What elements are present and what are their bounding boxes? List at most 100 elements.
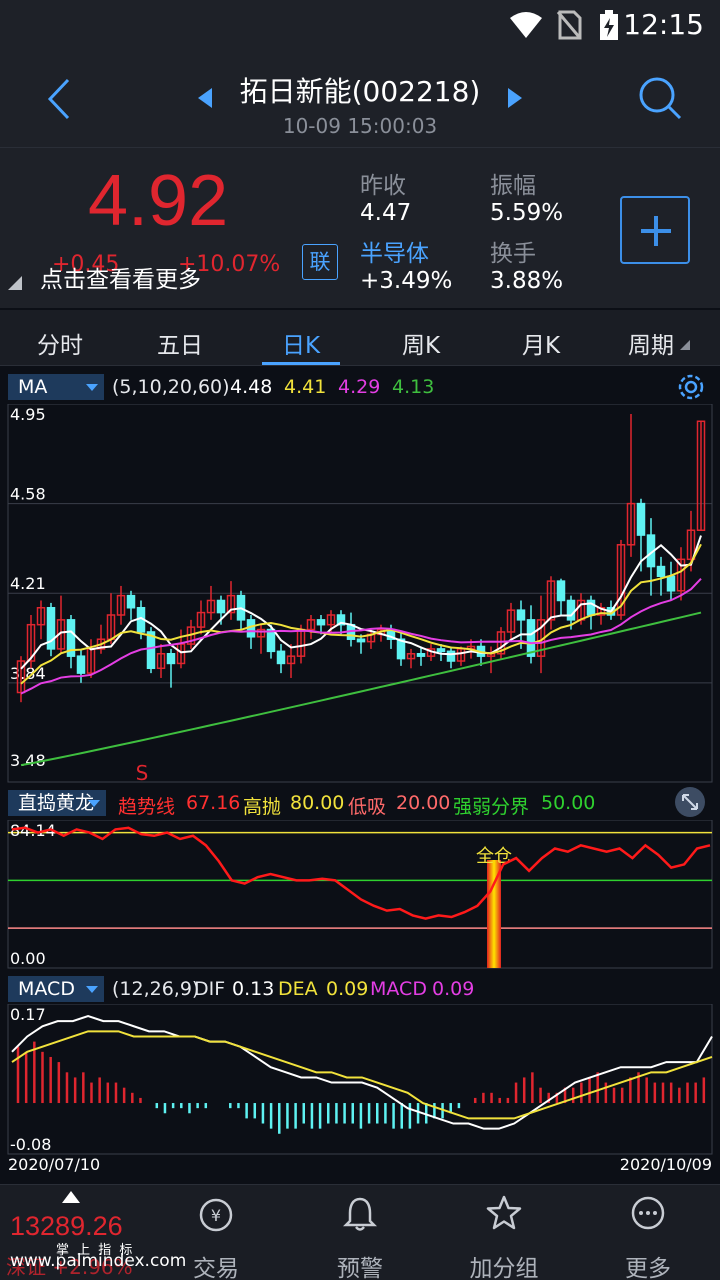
sell-signal-mark: S: [136, 761, 149, 784]
settings-gear-icon[interactable]: [676, 372, 706, 402]
battery-icon: [600, 10, 618, 40]
candle-body: [436, 648, 446, 653]
candle-body: [516, 609, 526, 621]
macd-value: 0.09: [432, 978, 475, 1000]
candle-body: [666, 575, 676, 592]
sector-link[interactable]: 半导体: [360, 234, 429, 268]
up-caret-icon[interactable]: [62, 1191, 80, 1203]
bell-icon[interactable]: [343, 1195, 377, 1233]
more-icon[interactable]: [630, 1195, 666, 1231]
nav-add-group[interactable]: 加分组: [454, 1249, 554, 1280]
trend-line: [11, 826, 711, 920]
macd-selector-label: MACD: [18, 978, 75, 1000]
amplitude-label: 振幅: [490, 173, 536, 199]
chevron-down-icon: [88, 800, 100, 807]
y-tick-label: 0.17: [10, 1005, 46, 1024]
dea-value: 0.09: [326, 978, 369, 1000]
no-sim-icon: [556, 10, 582, 40]
y-tick-label: 4.95: [10, 405, 46, 424]
candle-body: [526, 619, 536, 657]
linked-stock-button[interactable]: 联: [302, 244, 338, 280]
sector-change: +3.49%: [360, 268, 453, 294]
indicator-selector-label: 直捣黄龙: [18, 792, 95, 814]
stock-header: 拓日新能(002218) 10-09 15:00:03: [0, 52, 720, 148]
macd-selector[interactable]: MACD: [8, 976, 104, 1002]
expand-icon[interactable]: [674, 786, 706, 818]
y-tick-label: 4.21: [10, 574, 46, 593]
candle-body: [636, 502, 646, 536]
index-value[interactable]: 13289.26: [10, 1211, 123, 1242]
tab-intraday[interactable]: 分时: [10, 326, 110, 360]
indicator-selector[interactable]: 直捣黄龙: [8, 790, 106, 816]
nav-more[interactable]: 更多: [598, 1249, 698, 1280]
ma5-value: 4.48: [230, 376, 273, 398]
ma10-line: [20, 543, 702, 685]
candle-body: [316, 619, 326, 626]
turnover-value: 3.88%: [490, 268, 564, 294]
macd-params: (12,26,9): [112, 978, 200, 1000]
dif-value: 0.13: [232, 978, 275, 1000]
candle-body: [76, 655, 86, 674]
view-more-link[interactable]: 点击查看看更多: [40, 260, 201, 294]
candle-body: [356, 638, 366, 643]
y-tick-label: 0.00: [10, 949, 46, 968]
clock: 12:15: [623, 8, 704, 41]
ma60-value: 4.13: [392, 376, 435, 398]
chevron-down-icon: [86, 986, 98, 993]
candle-body: [216, 599, 226, 614]
candle-body: [656, 565, 666, 578]
prev-close-label: 昨收: [360, 173, 406, 199]
amplitude-value: 5.59%: [490, 200, 564, 226]
last-price: 4.92: [88, 161, 229, 241]
status-bar: 12:15: [0, 0, 720, 52]
date-start-label: 2020/07/10: [8, 1155, 100, 1174]
tab-monthly-k[interactable]: 月K: [491, 326, 591, 360]
low-value: 20.00: [396, 792, 451, 814]
wifi-icon: [510, 12, 542, 38]
macd-chart[interactable]: 0.17 -0.082020/07/10 2020/10/09: [0, 1004, 720, 1180]
nav-alert[interactable]: 预警: [310, 1249, 410, 1280]
tab-five-day[interactable]: 五日: [130, 326, 230, 360]
chart-frame: [7, 820, 713, 969]
indicator-chart[interactable]: 84.140.00全仓: [0, 820, 720, 970]
quote-timestamp: 10-09 15:00:03: [282, 114, 438, 138]
plus-icon: [641, 216, 671, 246]
split-value: 50.00: [541, 792, 596, 814]
period-tabs: 分时 五日 日K 周K 月K 周期: [0, 310, 720, 366]
tab-daily-k[interactable]: 日K: [251, 326, 351, 360]
date-end-label: 2020/10/09: [620, 1155, 712, 1174]
bottom-nav: 13289.26 深证 +2.96% 掌 上 指 标 www.palmindex…: [0, 1184, 720, 1280]
y-tick-label: -0.08: [10, 1135, 51, 1154]
expand-corner-icon[interactable]: [8, 276, 22, 290]
search-icon[interactable]: [638, 76, 682, 120]
y-tick-label: 4.58: [10, 485, 46, 504]
prev-close-value: 4.47: [360, 200, 412, 226]
star-icon[interactable]: [486, 1195, 522, 1231]
candle-body: [276, 650, 286, 665]
ma-selector-label: MA: [18, 376, 48, 398]
active-tab-indicator: [262, 362, 340, 365]
dea-label: DEA: [278, 978, 318, 1000]
ma-legend: MA (5,10,20,60) 4.48 4.41 4.29 4.13: [0, 370, 720, 404]
candlestick-chart[interactable]: 4.954.584.213.843.48S: [0, 404, 720, 784]
macd-label: MACD: [370, 978, 427, 1000]
nav-trade[interactable]: 交易: [166, 1249, 266, 1280]
quote-panel: 4.92 +0.45 +10.07% 点击查看看更多 联 昨收 4.47 半导体…: [0, 148, 720, 308]
add-watchlist-button[interactable]: [620, 196, 690, 264]
ma-selector[interactable]: MA: [8, 374, 104, 400]
next-stock-icon[interactable]: [506, 88, 522, 108]
ma20-value: 4.29: [338, 376, 381, 398]
ma10-value: 4.41: [284, 376, 327, 398]
split-label: 强弱分界: [453, 796, 530, 818]
ma-params: (5,10,20,60): [112, 376, 230, 398]
macd-legend: MACD (12,26,9) DIF 0.13 DEA 0.09 MACD 0.…: [0, 972, 720, 1006]
trade-icon[interactable]: ¥: [198, 1197, 234, 1233]
candle-body: [266, 628, 276, 653]
candle-body: [416, 653, 426, 657]
indicator-legend: 直捣黄龙 趋势线 67.16 高抛 80.00 低吸 20.00 强弱分界 50…: [0, 786, 720, 820]
chart-frame: [7, 1004, 713, 1155]
period-dropdown-icon[interactable]: [680, 340, 690, 350]
y-tick-label: 3.48: [10, 751, 46, 770]
candle-body: [556, 580, 566, 602]
tab-weekly-k[interactable]: 周K: [371, 326, 471, 360]
